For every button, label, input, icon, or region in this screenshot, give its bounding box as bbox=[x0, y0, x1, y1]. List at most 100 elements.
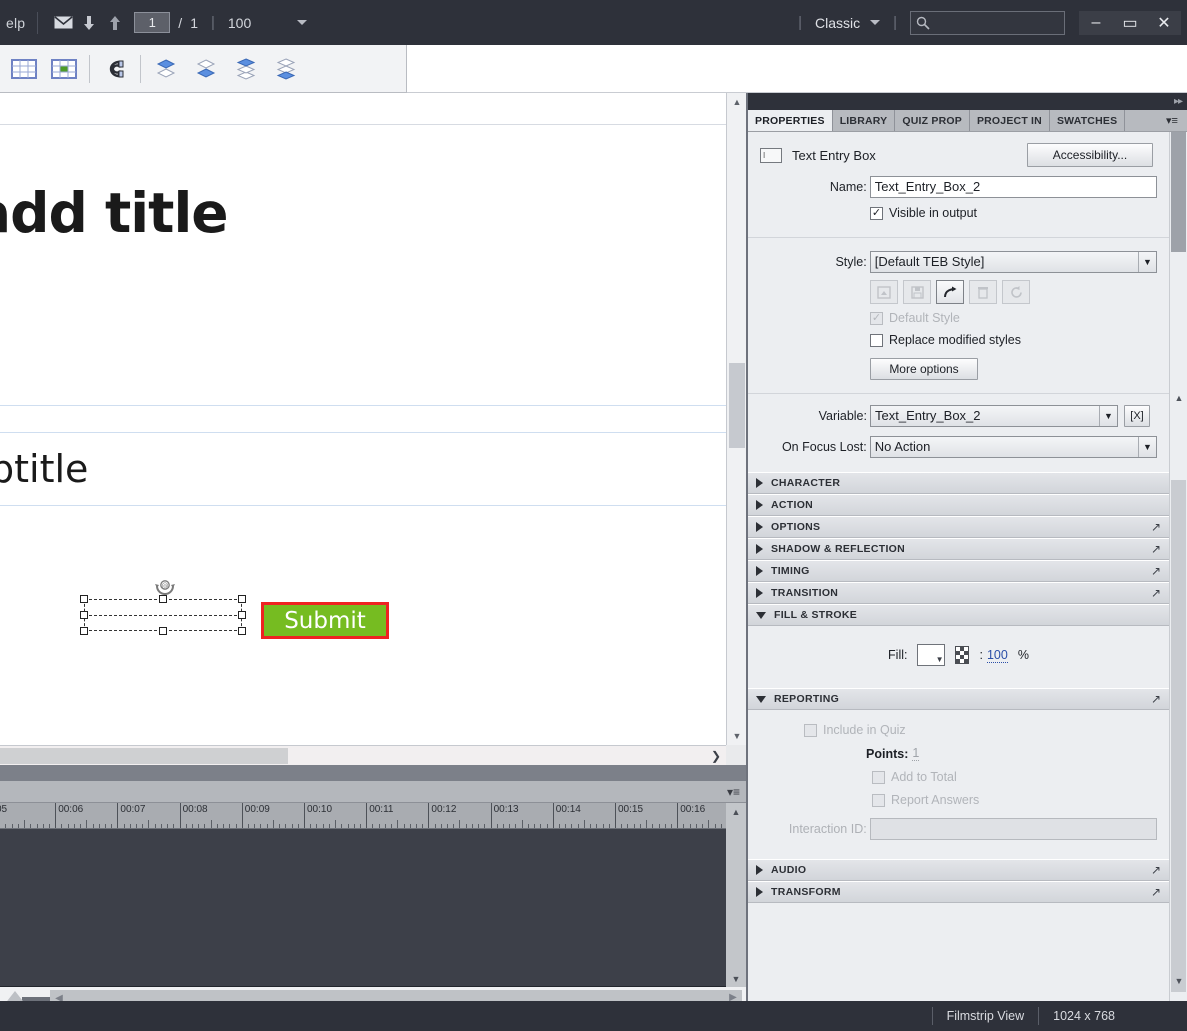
tab-project-info[interactable]: PROJECT IN bbox=[969, 110, 1050, 131]
section-action-icon[interactable]: ↗ bbox=[1151, 863, 1161, 877]
points-value[interactable]: 1 bbox=[912, 746, 920, 761]
page-number-input[interactable]: 1 bbox=[134, 12, 171, 33]
replace-modified-styles-checkbox[interactable] bbox=[870, 333, 883, 347]
search-input[interactable] bbox=[910, 10, 1065, 35]
save-style-icon[interactable] bbox=[903, 280, 931, 304]
stage-vertical-scrollbar[interactable]: ▲ ▼ bbox=[726, 93, 746, 745]
timeline-vertical-scrollbar[interactable]: ▲ ▼ bbox=[726, 803, 746, 987]
rotate-handle-icon[interactable]: @ bbox=[154, 577, 176, 597]
slide-canvas[interactable]: add title btitle @ bbox=[0, 125, 726, 827]
expand-panels-icon[interactable]: ▸▸ bbox=[1174, 96, 1183, 107]
more-options-button[interactable]: More options bbox=[870, 358, 978, 380]
visible-in-output-checkbox[interactable]: ✓ bbox=[870, 206, 883, 220]
panel-menu-icon[interactable]: ▾≡ bbox=[727, 785, 740, 799]
text-entry-box-selection[interactable] bbox=[80, 595, 246, 635]
variable-select[interactable]: Text_Entry_Box_2 ▼ bbox=[870, 405, 1118, 427]
tab-swatches[interactable]: SWATCHES bbox=[1049, 110, 1126, 131]
scroll-up-icon[interactable]: ▲ bbox=[727, 93, 747, 111]
slide-subtitle[interactable]: btitle bbox=[0, 447, 88, 491]
panel-grip[interactable]: ▸▸ bbox=[748, 93, 1187, 110]
resize-handle-ne[interactable] bbox=[238, 595, 246, 603]
window-close-button[interactable]: ✕ bbox=[1147, 10, 1181, 35]
name-input[interactable]: Text_Entry_Box_2 bbox=[869, 176, 1157, 198]
style-select[interactable]: [Default TEB Style] ▼ bbox=[869, 251, 1157, 273]
send-backward-icon[interactable] bbox=[266, 49, 306, 89]
window-minimize-button[interactable]: – bbox=[1079, 10, 1113, 35]
resize-handle-n[interactable] bbox=[159, 595, 167, 603]
timeline-tick-label: 00:08 bbox=[182, 804, 208, 815]
arrow-up-icon[interactable] bbox=[102, 10, 128, 36]
reset-style-icon[interactable] bbox=[1002, 280, 1030, 304]
scroll-thumb-vertical[interactable] bbox=[1171, 480, 1186, 992]
submit-button[interactable]: Submit bbox=[261, 602, 389, 639]
resize-handle-nw[interactable] bbox=[80, 595, 88, 603]
section-action-icon[interactable]: ↗ bbox=[1151, 692, 1161, 706]
section-fill-stroke[interactable]: FILL & STROKE bbox=[748, 604, 1169, 626]
clear-variable-button[interactable]: [X] bbox=[1124, 405, 1150, 427]
resize-handle-s[interactable] bbox=[159, 627, 167, 635]
on-focus-lost-select[interactable]: No Action ▼ bbox=[869, 436, 1157, 458]
resize-handle-sw[interactable] bbox=[80, 627, 88, 635]
chevron-down-icon[interactable]: ▼ bbox=[1099, 406, 1117, 426]
bring-to-front-icon[interactable] bbox=[146, 49, 186, 89]
zoom-dropdown-icon[interactable] bbox=[297, 20, 308, 25]
chevron-down-icon[interactable]: ▼ bbox=[1138, 252, 1156, 272]
snap-to-grid-icon[interactable] bbox=[44, 49, 84, 89]
section-action-icon[interactable]: ↗ bbox=[1151, 520, 1161, 534]
scroll-thumb-horizontal[interactable] bbox=[0, 748, 288, 764]
menu-help[interactable]: elp bbox=[4, 15, 25, 31]
grid-icon[interactable] bbox=[4, 49, 44, 89]
resize-handle-w[interactable] bbox=[80, 611, 88, 619]
zoom-level[interactable]: 100 bbox=[228, 15, 251, 31]
section-transition[interactable]: TRANSITION ↗ bbox=[748, 582, 1169, 604]
section-shadow-reflection[interactable]: SHADOW & REFLECTION ↗ bbox=[748, 538, 1169, 560]
resize-handle-se[interactable] bbox=[238, 627, 246, 635]
tab-library[interactable]: LIBRARY bbox=[832, 110, 896, 131]
delete-style-icon[interactable] bbox=[969, 280, 997, 304]
section-reporting[interactable]: REPORTING ↗ bbox=[748, 688, 1169, 710]
timeline-ruler[interactable]: 05 00:06 00:07 00:08 00:09 00:10 00:11 00:12 00:… bbox=[0, 803, 726, 829]
scroll-down-icon[interactable]: ▼ bbox=[727, 727, 747, 745]
timeline-panel: ▾≡ 05 00:06 00:07 00:08 00:09 00:10 00:11 00:12… bbox=[0, 781, 748, 1009]
magnet-icon[interactable] bbox=[95, 49, 135, 89]
section-audio[interactable]: AUDIO ↗ bbox=[748, 859, 1169, 881]
section-transform[interactable]: TRANSFORM ↗ bbox=[748, 881, 1169, 903]
scroll-up-icon[interactable]: ▲ bbox=[726, 803, 746, 820]
section-options[interactable]: OPTIONS ↗ bbox=[748, 516, 1169, 538]
tab-properties[interactable]: PROPERTIES bbox=[748, 110, 833, 131]
window-maximize-button[interactable]: ▭ bbox=[1113, 10, 1147, 35]
scroll-down-icon[interactable]: ▼ bbox=[726, 970, 746, 987]
fill-opacity-value[interactable]: 100 bbox=[986, 648, 1008, 663]
section-action-icon[interactable]: ↗ bbox=[1151, 542, 1161, 556]
bring-forward-icon[interactable] bbox=[226, 49, 266, 89]
scroll-thumb-upper[interactable] bbox=[1171, 132, 1186, 252]
slide-title[interactable]: add title bbox=[0, 181, 229, 245]
apply-style-icon[interactable] bbox=[870, 280, 898, 304]
scroll-up-icon[interactable]: ▲ bbox=[1170, 390, 1187, 406]
panel-vertical-scrollbar[interactable]: ▲ ▼ bbox=[1169, 132, 1187, 1001]
stage-horizontal-scrollbar[interactable]: ❯ bbox=[0, 745, 726, 765]
create-new-style-icon[interactable] bbox=[936, 280, 964, 304]
chevron-down-icon[interactable]: ▼ bbox=[1138, 437, 1156, 457]
workspace-label[interactable]: Classic bbox=[815, 15, 860, 31]
accessibility-button[interactable]: Accessibility... bbox=[1027, 143, 1153, 167]
send-to-back-icon[interactable] bbox=[186, 49, 226, 89]
section-action-icon[interactable]: ↗ bbox=[1151, 564, 1161, 578]
mail-icon[interactable] bbox=[50, 10, 76, 36]
arrow-down-icon[interactable] bbox=[76, 10, 102, 36]
workspace-dropdown-icon[interactable] bbox=[870, 20, 881, 25]
panel-menu-icon[interactable]: ▾≡ bbox=[1157, 110, 1187, 131]
resize-handle-e[interactable] bbox=[238, 611, 246, 619]
view-mode-label[interactable]: Filmstrip View bbox=[947, 1009, 1025, 1023]
timeline-tracks[interactable] bbox=[0, 829, 726, 987]
tab-quiz-properties[interactable]: QUIZ PROP bbox=[895, 110, 970, 131]
scroll-down-icon[interactable]: ▼ bbox=[1170, 973, 1187, 989]
section-timing[interactable]: TIMING ↗ bbox=[748, 560, 1169, 582]
section-action-icon[interactable]: ↗ bbox=[1151, 586, 1161, 600]
section-character[interactable]: CHARACTER bbox=[748, 472, 1169, 494]
section-action[interactable]: ACTION bbox=[748, 494, 1169, 516]
section-action-icon[interactable]: ↗ bbox=[1151, 885, 1161, 899]
scroll-thumb-vertical[interactable] bbox=[729, 363, 745, 448]
scroll-right-icon[interactable]: ❯ bbox=[706, 746, 726, 766]
fill-color-swatch[interactable]: ▼ bbox=[917, 644, 946, 666]
